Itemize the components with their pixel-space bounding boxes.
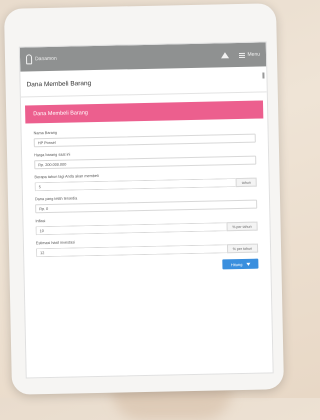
- form-actions: Hitung: [36, 258, 259, 274]
- brand-mark-icon: [25, 54, 33, 65]
- card-body: Nama Barang HP Ponsel Harga barang saat …: [25, 118, 266, 273]
- investment-input-group: 12 % per tahun: [36, 243, 259, 258]
- inflation-input-group: 10 % per tahun: [35, 221, 258, 236]
- page-title: Dana Membeli Barang: [20, 66, 267, 98]
- inflation-input[interactable]: 10: [35, 222, 227, 236]
- scrollbar[interactable]: [262, 72, 265, 79]
- years-input-group: 5 tahun: [34, 177, 257, 192]
- field-current-price: Harga barang saat ini Rp. 200.000.000: [34, 149, 257, 170]
- field-available-funds: Dana yang telah tersedia Rp. 0: [35, 193, 258, 214]
- field-years-until-purchase: Berapa tahun lagi Anda akan membeli 5 ta…: [34, 171, 257, 192]
- topbar-actions: Menu: [221, 52, 260, 59]
- years-input[interactable]: 5: [34, 178, 236, 192]
- current-price-input[interactable]: Rp. 200.000.000: [34, 155, 257, 170]
- menu-label: Menu: [247, 51, 261, 58]
- alert-icon[interactable]: [221, 52, 230, 59]
- tablet-device: Danamon Menu Dana Membeli Barang Dana Me…: [3, 3, 285, 395]
- menu-button[interactable]: Menu: [239, 52, 260, 58]
- item-name-input[interactable]: HP Ponsel: [33, 133, 256, 148]
- years-unit-addon: tahun: [235, 177, 257, 188]
- investment-return-input[interactable]: 12: [36, 244, 227, 258]
- inflation-unit-addon: % per tahun: [226, 221, 258, 232]
- field-inflation: Inflasi 10 % per tahun: [35, 215, 258, 236]
- calculate-label: Hitung: [230, 261, 243, 267]
- form-card: Dana Membeli Barang Nama Barang HP Ponse…: [25, 100, 266, 273]
- hamburger-icon: [239, 52, 246, 58]
- brand-logo[interactable]: Danamon: [25, 54, 57, 65]
- chevron-down-icon: [246, 262, 251, 266]
- field-investment-return: Estimasi hasil investasi 12 % per tahun: [36, 237, 259, 258]
- available-funds-input[interactable]: Rp. 0: [35, 199, 258, 214]
- field-item-name: Nama Barang HP Ponsel: [34, 127, 256, 148]
- brand-name: Danamon: [34, 55, 57, 63]
- calculate-button[interactable]: Hitung: [222, 258, 259, 270]
- tablet-screen: Danamon Menu Dana Membeli Barang Dana Me…: [18, 41, 274, 379]
- investment-unit-addon: % per tahun: [226, 243, 259, 254]
